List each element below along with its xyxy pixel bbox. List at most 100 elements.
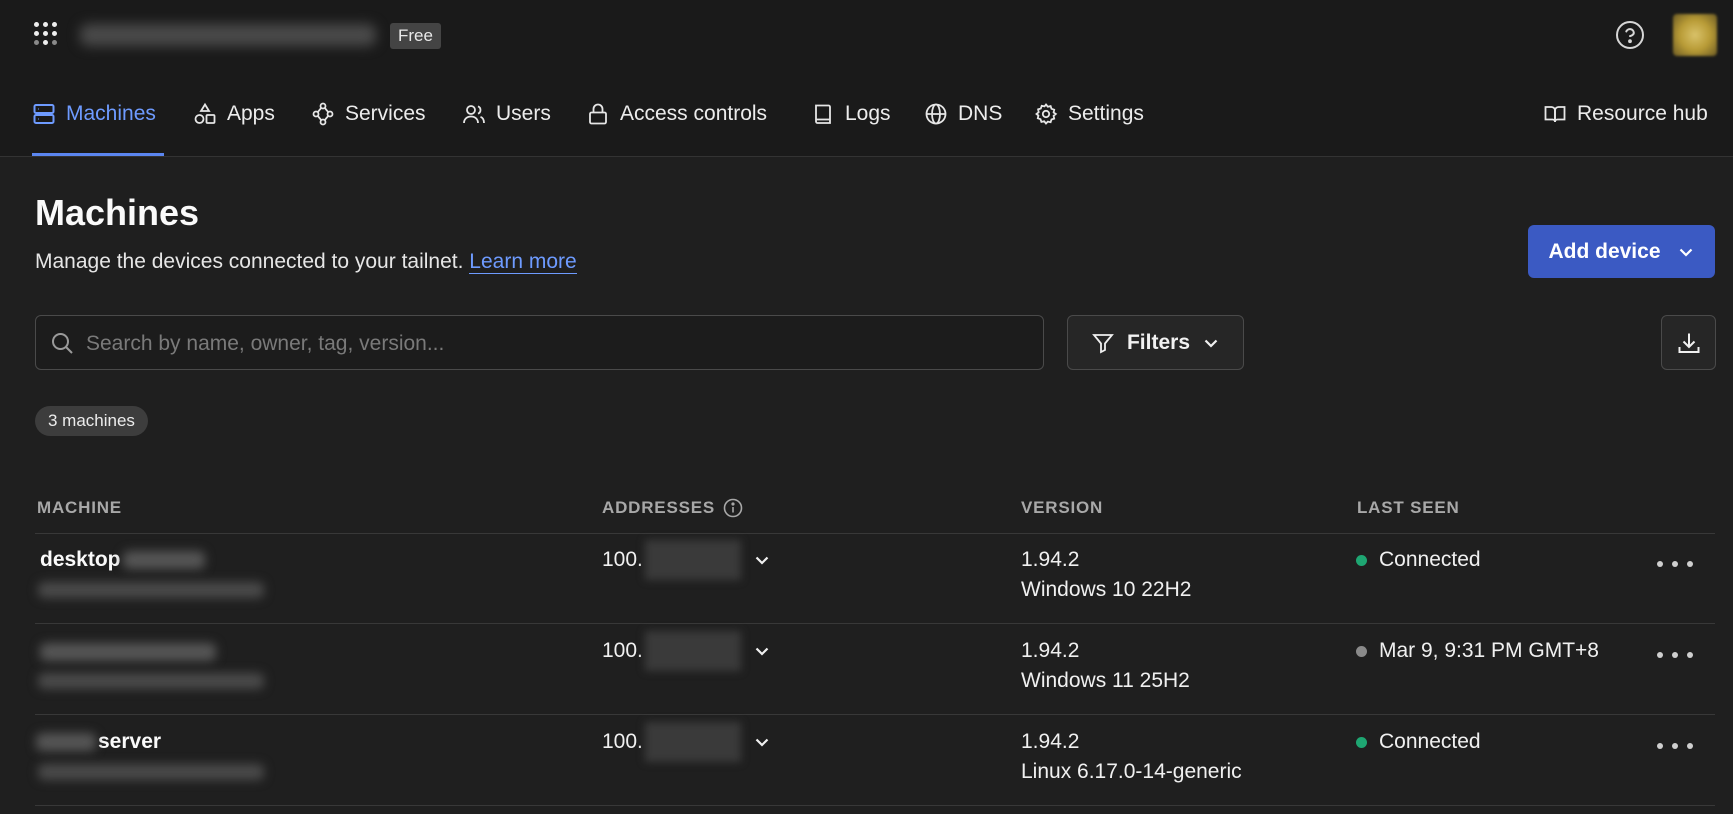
address-redacted bbox=[644, 540, 741, 580]
gear-icon bbox=[1035, 103, 1058, 125]
add-device-button[interactable]: Add device bbox=[1528, 225, 1715, 278]
filters-label: Filters bbox=[1126, 330, 1191, 354]
nav-label: Resource hub bbox=[1577, 102, 1708, 125]
status-dot bbox=[1356, 554, 1367, 566]
avatar[interactable] bbox=[1673, 14, 1717, 56]
machine-name-cell[interactable]: server bbox=[36, 730, 161, 754]
chevron-down-icon[interactable] bbox=[753, 551, 771, 569]
nav-tab-machines[interactable]: Machines bbox=[32, 72, 156, 156]
last-seen-text: Connected bbox=[1379, 730, 1481, 753]
version-number: 1.94.2 bbox=[1021, 639, 1080, 662]
os-version: Windows 11 25H2 bbox=[1021, 669, 1190, 692]
page-subtitle: Manage the devices connected to your tai… bbox=[35, 250, 577, 274]
nav-tab-apps[interactable]: Apps bbox=[193, 72, 275, 156]
column-header-addresses[interactable]: ADDRESSES bbox=[602, 498, 743, 518]
nav-tab-users[interactable]: Users bbox=[462, 72, 551, 156]
row-more-options-button[interactable] bbox=[1657, 552, 1693, 576]
nav-tab-services[interactable]: Services bbox=[311, 72, 426, 156]
os-version: Linux 6.17.0-14-generic bbox=[1021, 760, 1242, 783]
nav-tab-access-controls[interactable]: Access controls bbox=[586, 72, 767, 156]
nav-tab-dns[interactable]: DNS bbox=[924, 72, 1002, 156]
machine-name-redacted bbox=[122, 551, 205, 570]
address-cell[interactable]: 100. bbox=[602, 722, 771, 762]
chevron-down-icon[interactable] bbox=[753, 642, 771, 660]
nav-label: Logs bbox=[845, 102, 891, 125]
nav-label: Users bbox=[496, 102, 551, 125]
row-divider bbox=[35, 533, 1715, 534]
address-redacted bbox=[644, 722, 741, 762]
lock-icon bbox=[589, 103, 607, 125]
last-seen-text: Mar 9, 9:31 PM GMT+8 bbox=[1379, 639, 1599, 662]
nav-label: DNS bbox=[958, 102, 1003, 125]
column-header-version[interactable]: VERSION bbox=[1021, 498, 1103, 518]
globe-icon bbox=[925, 103, 947, 125]
header-label: ADDRESSES bbox=[602, 498, 716, 517]
last-seen-status: Connected bbox=[1356, 730, 1481, 754]
chevron-down-icon[interactable] bbox=[753, 733, 771, 751]
last-seen-status: Connected bbox=[1356, 548, 1481, 572]
top-bar: Free bbox=[0, 0, 1733, 72]
account-email-redacted[interactable] bbox=[80, 24, 376, 46]
last-seen-text: Connected bbox=[1379, 548, 1481, 571]
machine-name-cell[interactable]: desktop bbox=[40, 548, 205, 572]
address-prefix: 100. bbox=[602, 639, 643, 662]
address-cell[interactable]: 100. bbox=[602, 631, 771, 671]
header-label: VERSION bbox=[1021, 498, 1104, 517]
machines-count-badge: 3 machines bbox=[35, 406, 148, 436]
download-icon bbox=[1678, 333, 1699, 353]
nav-label: Apps bbox=[227, 102, 275, 125]
machine-name: desktop bbox=[40, 548, 121, 571]
open-book-icon bbox=[1544, 106, 1566, 123]
machine-owner-redacted bbox=[38, 764, 264, 780]
app-grid-dots-icon[interactable] bbox=[34, 22, 62, 48]
users-icon bbox=[463, 105, 485, 124]
column-header-machine[interactable]: MACHINE bbox=[37, 498, 122, 518]
row-more-options-button[interactable] bbox=[1657, 643, 1693, 667]
column-header-last-seen[interactable]: LAST SEEN bbox=[1357, 498, 1460, 518]
row-divider bbox=[35, 805, 1715, 806]
nav-tab-logs[interactable]: Logs bbox=[811, 72, 891, 156]
export-download-button[interactable] bbox=[1661, 315, 1716, 370]
address-prefix: 100. bbox=[602, 730, 643, 753]
main-nav: Machines Apps Services Users Access cont… bbox=[0, 72, 1733, 157]
status-dot bbox=[1356, 736, 1367, 748]
nav-label: Access controls bbox=[620, 102, 768, 125]
server-icon bbox=[33, 104, 55, 124]
search-input[interactable] bbox=[84, 316, 1028, 371]
learn-more-link[interactable]: Learn more bbox=[469, 250, 577, 274]
nav-tab-settings[interactable]: Settings bbox=[1034, 72, 1144, 156]
address-prefix: 100. bbox=[602, 548, 643, 571]
row-divider bbox=[35, 714, 1715, 715]
version-number: 1.94.2 bbox=[1021, 730, 1080, 753]
address-cell[interactable]: 100. bbox=[602, 540, 771, 580]
apps-shapes-icon bbox=[194, 102, 216, 124]
nav-label: Settings bbox=[1068, 102, 1144, 125]
nav-label: Services bbox=[345, 102, 426, 125]
last-seen-status: Mar 9, 9:31 PM GMT+8 bbox=[1356, 639, 1599, 663]
add-device-label: Add device bbox=[1548, 239, 1661, 263]
search-icon bbox=[52, 333, 73, 354]
os-version: Windows 10 22H2 bbox=[1021, 578, 1192, 601]
info-icon[interactable] bbox=[723, 498, 743, 518]
chevron-down-icon bbox=[1679, 248, 1692, 257]
header-label: LAST SEEN bbox=[1357, 498, 1460, 517]
machine-name-redacted bbox=[36, 733, 96, 752]
header-label: MACHINE bbox=[37, 498, 122, 517]
machine-name-redacted bbox=[40, 643, 216, 662]
row-divider bbox=[35, 623, 1715, 624]
filter-funnel-icon bbox=[1092, 333, 1114, 353]
plan-badge: Free bbox=[390, 23, 441, 49]
help-circle-icon[interactable] bbox=[1615, 20, 1645, 50]
machine-name-cell[interactable] bbox=[40, 640, 216, 664]
nav-resource-hub[interactable]: Resource hub bbox=[1543, 72, 1708, 156]
row-more-options-button[interactable] bbox=[1657, 734, 1693, 758]
status-dot bbox=[1356, 645, 1367, 657]
services-network-icon bbox=[312, 102, 334, 126]
active-tab-indicator bbox=[32, 153, 164, 156]
search-field[interactable] bbox=[35, 315, 1044, 371]
book-icon bbox=[815, 104, 831, 124]
filters-button[interactable]: Filters bbox=[1067, 315, 1244, 370]
machine-owner-redacted bbox=[38, 673, 264, 689]
nav-label: Machines bbox=[66, 102, 156, 125]
address-redacted bbox=[644, 631, 741, 671]
